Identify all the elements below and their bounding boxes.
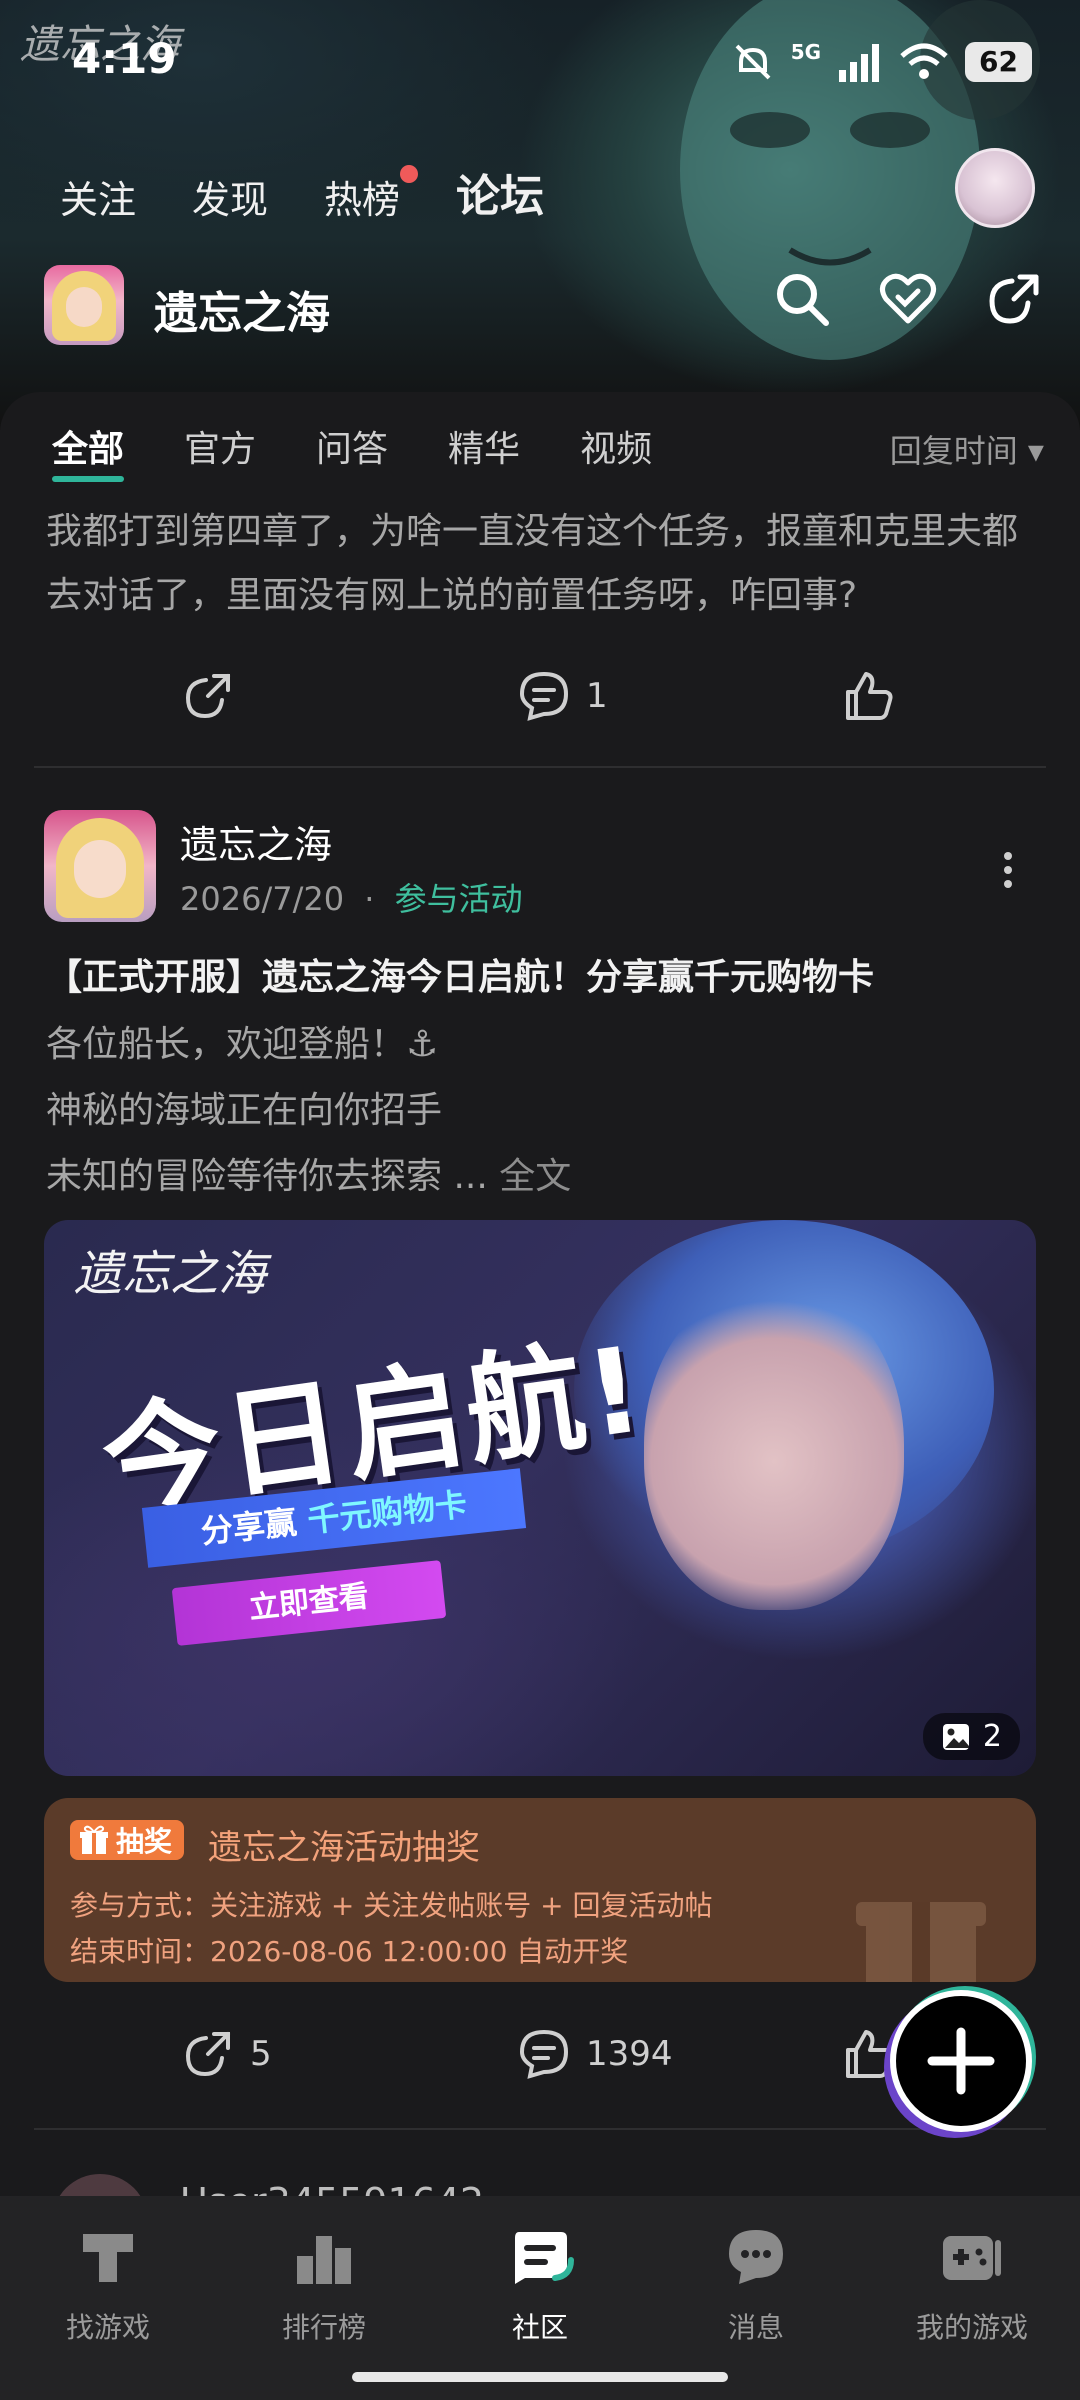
gift-icon	[80, 1825, 108, 1854]
battery-level: 62	[965, 42, 1032, 82]
post-body-line: 未知的冒险等待你去探索 ... 全文	[46, 1144, 571, 1210]
lottery-card[interactable]: 抽奖 遗忘之海活动抽奖 参与方式：关注游戏 + 关注发帖账号 + 回复活动帖 结…	[44, 1798, 1036, 1982]
post-author-name[interactable]: 遗忘之海	[180, 814, 332, 869]
tab-forum[interactable]: 论坛	[456, 160, 545, 224]
heart-check-icon[interactable]	[878, 269, 938, 329]
comment-icon	[519, 671, 569, 721]
comment-icon	[519, 2029, 569, 2079]
filter-tabs: 全部 官方 问答 精华 视频	[52, 420, 652, 482]
banner-brand: 遗忘之海	[74, 1246, 267, 1302]
tab-hot-label: 热榜	[324, 178, 401, 222]
tab-follow[interactable]: 关注	[60, 169, 136, 224]
community-icon	[515, 2232, 574, 2284]
banner-strip-prefix: 分享赢	[199, 1503, 299, 1551]
full-text-link[interactable]: 全文	[499, 1156, 571, 1197]
image-count-badge: 2	[922, 1713, 1020, 1760]
post-body-line: 各位船长，欢迎登船！⚓	[46, 1024, 439, 1065]
post-banner-image[interactable]: 遗忘之海 今日启航! 分享赢 千元购物卡 立即查看 2	[44, 1220, 1036, 1776]
comment-count: 1	[586, 676, 608, 716]
lottery-end-time: 结束时间：2026-08-06 12:00:00 自动开奖	[70, 1935, 629, 1968]
nav-label: 找游戏	[65, 2311, 150, 2344]
header-actions	[772, 269, 1044, 329]
network-label: 5G	[790, 40, 822, 64]
post-title[interactable]: 【正式开服】遗忘之海今日启航！分享赢千元购物卡	[46, 948, 874, 1000]
banner-character	[644, 1280, 904, 1610]
comment-count: 1394	[586, 2034, 673, 2074]
nav-community[interactable]: 社区	[460, 2222, 620, 2346]
status-bar: 遗忘之海 4:19 5G 62	[0, 0, 1080, 120]
notification-dot	[400, 165, 419, 183]
meta-separator: ·	[364, 880, 375, 918]
filter-official[interactable]: 官方	[184, 420, 256, 472]
nav-label: 社区	[511, 2311, 568, 2344]
nav-label: 排行榜	[281, 2311, 366, 2344]
filter-qa[interactable]: 问答	[316, 420, 388, 472]
lottery-participation: 参与方式：关注游戏 + 关注发帖账号 + 回复活动帖	[70, 1889, 713, 1922]
more-options-icon[interactable]	[1000, 850, 1016, 890]
game-title[interactable]: 遗忘之海	[154, 277, 330, 341]
user-avatar[interactable]	[955, 148, 1035, 228]
nav-rankings[interactable]: 排行榜	[244, 2222, 404, 2346]
game-header: 遗忘之海	[44, 265, 1044, 349]
signal-icon	[839, 44, 880, 82]
search-icon[interactable]	[772, 269, 832, 329]
status-icons: 5G 62	[731, 40, 1032, 84]
like-button[interactable]	[840, 668, 896, 724]
top-tabs: 关注 发现 热榜 论坛	[60, 160, 545, 224]
post-date: 2026/7/20	[180, 880, 345, 918]
nav-label: 我的游戏	[915, 2311, 1028, 2344]
home-indicator	[352, 2372, 728, 2382]
nav-label: 消息	[727, 2311, 784, 2344]
tab-discover[interactable]: 发现	[192, 169, 268, 224]
previous-post-actions: 1	[0, 668, 1080, 748]
share-button[interactable]	[180, 668, 236, 724]
divider	[34, 2128, 1046, 2130]
post-tag[interactable]: 参与活动	[395, 880, 523, 918]
message-icon	[729, 2230, 783, 2284]
wifi-icon	[900, 43, 948, 79]
divider	[34, 766, 1046, 768]
gift-watermark-icon	[856, 1902, 986, 1982]
post-author-avatar[interactable]	[44, 810, 156, 922]
tab-hot[interactable]: 热榜	[324, 165, 419, 224]
previous-post-text[interactable]: 我都打到第四章了，为啥一直没有这个任务，报童和克里夫都去对话了，里面没有网上说的…	[46, 500, 1036, 628]
ranking-icon	[297, 2236, 351, 2284]
banner-strip-highlight: 千元购物卡	[305, 1485, 469, 1540]
share-button[interactable]: 5	[180, 2026, 272, 2082]
game-store-icon	[83, 2234, 133, 2282]
like-button[interactable]	[840, 2026, 896, 2082]
post-body-line-text: 未知的冒险等待你去探索 ...	[46, 1156, 488, 1197]
nav-my-games[interactable]: 我的游戏	[892, 2222, 1052, 2346]
share-icon	[185, 2032, 230, 2077]
thumbs-up-icon	[846, 2030, 893, 2078]
share-icon	[185, 674, 230, 719]
lottery-title: 遗忘之海活动抽奖	[208, 1828, 480, 1868]
filter-all[interactable]: 全部	[52, 420, 125, 482]
banner-button: 立即查看	[171, 1560, 447, 1646]
thumbs-up-icon	[846, 672, 893, 720]
create-post-button[interactable]	[890, 1990, 1032, 2132]
post-body-line: 神秘的海域正在向你招手	[46, 1090, 443, 1131]
post-meta: 2026/7/20 · 参与活动	[180, 874, 523, 920]
nav-find-games[interactable]: 找游戏	[28, 2222, 188, 2346]
comment-button[interactable]: 1	[516, 668, 608, 724]
comment-button[interactable]: 1394	[516, 2026, 673, 2082]
image-count: 2	[982, 1719, 1002, 1754]
lottery-badge: 抽奖	[70, 1820, 185, 1860]
game-icon[interactable]	[44, 265, 124, 345]
gamepad-icon	[943, 2236, 1001, 2280]
filter-featured[interactable]: 精华	[448, 420, 520, 472]
mute-icon	[735, 44, 771, 80]
image-icon	[942, 1723, 969, 1750]
post-body[interactable]: 各位船长，欢迎登船！⚓ 神秘的海域正在向你招手 未知的冒险等待你去探索 ... …	[46, 1012, 571, 1210]
nav-messages[interactable]: 消息	[676, 2222, 836, 2346]
plus-icon	[927, 2027, 995, 2095]
status-time: 4:19	[72, 34, 177, 83]
sort-dropdown[interactable]: 回复时间 ▾	[890, 426, 1044, 472]
bottom-navigation: 找游戏 排行榜 社区 消息 我的游戏	[0, 2196, 1080, 2400]
share-count: 5	[250, 2034, 272, 2074]
lottery-badge-label: 抽奖	[116, 1825, 173, 1858]
share-icon[interactable]	[984, 269, 1044, 329]
filter-video[interactable]: 视频	[580, 420, 652, 472]
